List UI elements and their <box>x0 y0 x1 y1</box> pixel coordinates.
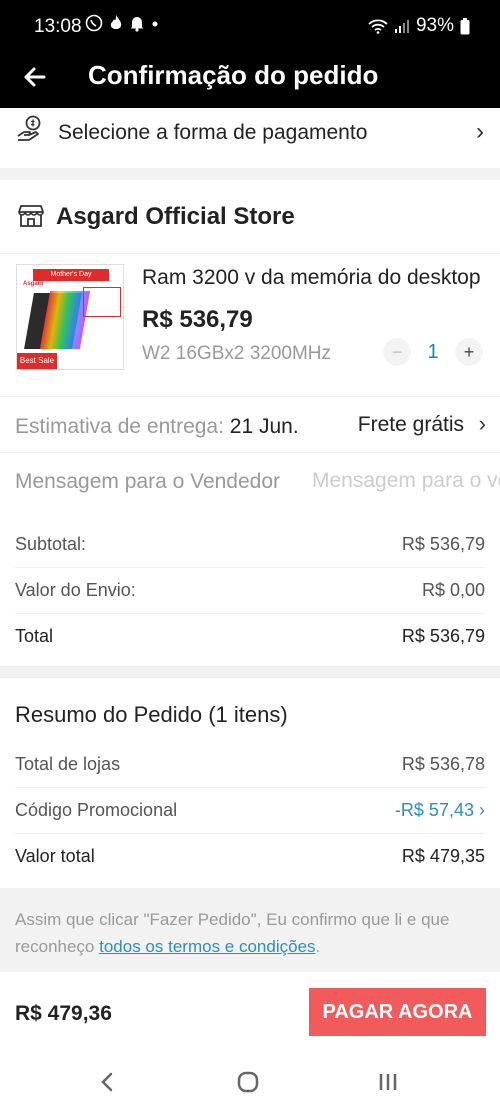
shipping-option: Frete grátis <box>357 413 464 436</box>
summary-label: Código Promocional <box>15 800 178 820</box>
page-title: Confirmação do pedido <box>88 60 379 90</box>
storefront-icon <box>18 205 44 227</box>
product-price: R$ 536,79 <box>142 306 253 333</box>
whatsapp-icon <box>85 14 103 32</box>
quantity-value: 1 <box>427 340 439 363</box>
grand-total-row: Valor total R$ 479,35 <box>15 834 485 880</box>
terms-link[interactable]: todos os termos e condições <box>99 937 315 956</box>
delivery-date: 21 Jun. <box>229 415 299 438</box>
summary-label: Valor total <box>15 846 95 866</box>
back-arrow-icon[interactable] <box>20 62 50 92</box>
notification-icons <box>85 14 159 32</box>
nav-home-icon[interactable] <box>232 1066 264 1098</box>
payment-method-selector[interactable]: Selecione a forma de pagamento › <box>0 108 500 168</box>
summary-label: Total de lojas <box>15 754 121 774</box>
store-section: Asgard Official Store Mother's Day Asgar… <box>0 180 500 666</box>
product-image[interactable]: Mother's Day Asgard Best Sale <box>16 264 124 370</box>
nav-recents-icon[interactable] <box>372 1066 404 1098</box>
flame-icon <box>110 15 122 29</box>
shipping-cost-row: Valor do Envio: R$ 0,00 <box>15 568 485 614</box>
image-brand: Asgard <box>23 281 44 287</box>
dot-icon <box>152 21 158 27</box>
summary-value: R$ 0,00 <box>421 580 485 600</box>
chevron-right-icon: › <box>476 118 484 145</box>
checkout-bar: R$ 479,36 PAGAR AGORA <box>0 972 500 1052</box>
payment-method-label: Selecione a forma de pagamento <box>58 121 368 144</box>
delivery-estimate: Estimativa de entrega: 21 Jun. <box>15 415 299 439</box>
promo-discount-value: -R$ 57,43 › <box>394 800 485 820</box>
bell-icon <box>130 17 144 32</box>
nav-back-icon[interactable] <box>92 1066 124 1098</box>
battery-icon <box>460 17 470 34</box>
image-banner: Mother's Day <box>33 269 109 281</box>
status-bar: 13:08 93% <box>0 0 500 52</box>
quantity-increase-button[interactable]: + <box>455 338 483 366</box>
summary-value: R$ 536,79 <box>401 626 485 646</box>
pay-now-button[interactable]: PAGAR AGORA <box>309 988 486 1036</box>
summary-label: Valor do Envio: <box>15 580 136 600</box>
summary-value: R$ 536,78 <box>401 754 485 774</box>
summary-value: R$ 479,35 <box>401 846 485 866</box>
summary-label: Total <box>15 626 54 646</box>
stores-total-row: Total de lojas R$ 536,78 <box>15 742 485 788</box>
quantity-stepper: − 1 + <box>383 338 483 366</box>
summary-value: R$ 536,79 <box>401 534 485 554</box>
terms-notice: Assim que clicar "Fazer Pedido", Eu conf… <box>0 888 500 972</box>
status-right: 93% <box>368 15 470 37</box>
product-item: Mother's Day Asgard Best Sale Ram 3200 v… <box>0 254 500 394</box>
delivery-row[interactable]: Estimativa de entrega: 21 Jun. Frete grá… <box>0 396 500 450</box>
promo-code-row[interactable]: Código Promocional -R$ 57,43 › <box>15 788 485 834</box>
app-bar: Confirmação do pedido <box>0 52 500 108</box>
order-summary: Resumo do Pedido (1 itens) Total de loja… <box>0 678 500 888</box>
order-summary-title: Resumo do Pedido (1 itens) <box>15 702 288 727</box>
store-header: Asgard Official Store <box>0 180 500 254</box>
image-best-sale: Best Sale <box>17 353 57 369</box>
delivery-label: Estimativa de entrega: <box>15 415 224 438</box>
wifi-icon <box>368 19 388 34</box>
summary-label: Subtotal: <box>15 534 87 554</box>
seller-message-input[interactable] <box>312 465 500 497</box>
signal-icon <box>394 20 409 33</box>
seller-message-row: Mensagem para o Vendedor <box>0 452 500 508</box>
product-name[interactable]: Ram 3200 v da memória do desktop <box>142 266 482 290</box>
image-code-badge <box>83 287 121 317</box>
battery-percent: 93% <box>415 15 454 36</box>
store-name[interactable]: Asgard Official Store <box>56 203 295 231</box>
subtotal-row: Subtotal: R$ 536,79 <box>15 522 485 568</box>
terms-text: Assim que clicar "Fazer Pedido", Eu conf… <box>15 910 450 956</box>
status-time: 13:08 <box>34 16 82 37</box>
chevron-right-icon: › <box>479 800 485 820</box>
hand-coin-icon <box>17 115 41 141</box>
chevron-right-icon: › <box>478 411 486 436</box>
product-variant: W2 16GBx2 3200MHz <box>142 343 332 364</box>
system-nav-bar <box>0 1052 500 1111</box>
seller-message-label: Mensagem para o Vendedor <box>15 470 281 493</box>
store-total-row: Total R$ 536,79 <box>15 614 485 660</box>
quantity-decrease-button[interactable]: − <box>383 338 411 366</box>
checkout-total: R$ 479,36 <box>15 1002 112 1025</box>
